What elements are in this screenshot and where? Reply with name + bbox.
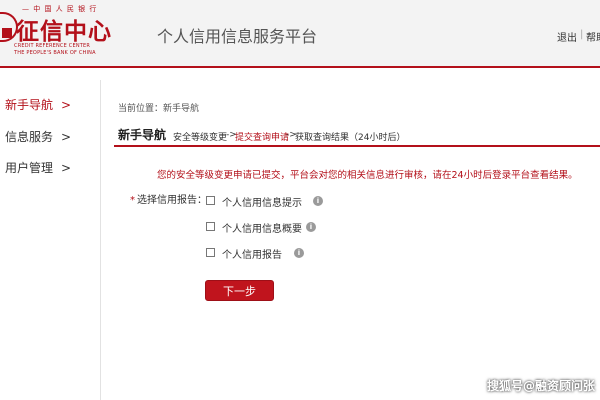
step-get-result: 获取查询结果（24小时后） bbox=[295, 133, 406, 143]
info-icon[interactable]: i bbox=[294, 248, 304, 258]
watermark: 搜狐号@融资顾问张 bbox=[487, 379, 596, 393]
sidebar-divider bbox=[100, 80, 101, 400]
help-link[interactable]: 帮助 bbox=[586, 29, 600, 44]
sidebar-item-user-management[interactable]: 用户管理 > bbox=[5, 159, 71, 176]
step-security-level: 安全等级变更 bbox=[173, 133, 228, 143]
option-label: 个人信用信息概要 bbox=[222, 224, 302, 235]
info-icon[interactable]: i bbox=[313, 196, 323, 206]
checkbox[interactable] bbox=[206, 196, 215, 205]
option-label: 个人信用报告 bbox=[222, 250, 282, 261]
report-select-label-text: 选择信用报告： bbox=[137, 195, 207, 206]
sidebar-item-beginner-guide[interactable]: 新手导航 > bbox=[5, 96, 71, 113]
breadcrumb: 当前位置：新手导航 bbox=[118, 104, 200, 114]
sidebar-item-label: 新手导航 bbox=[5, 98, 54, 112]
steps-bar: 新手导航 安全等级变更 -> 提交查询申请 -> 获取查询结果（24小时后） bbox=[114, 126, 600, 146]
report-select-label: * 选择信用报告： bbox=[130, 191, 207, 206]
steps-divider bbox=[114, 145, 600, 147]
steps-title: 新手导航 bbox=[118, 128, 167, 142]
logo-english-line1: CREDIT REFERENCE CENTER bbox=[14, 43, 91, 49]
chevron-right-icon: > bbox=[61, 161, 72, 175]
step-submit-query: 提交查询申请 bbox=[235, 133, 290, 143]
required-mark: * bbox=[130, 195, 135, 206]
chevron-right-icon: > bbox=[61, 98, 72, 112]
option-label: 个人信用信息提示 bbox=[222, 198, 302, 209]
info-icon[interactable]: i bbox=[306, 222, 316, 232]
notice-message: 您的安全等级变更申请已提交，平台会对您的相关信息进行审核，请在24小时后登录平台… bbox=[157, 170, 578, 181]
logout-link[interactable]: 退出 bbox=[557, 29, 577, 44]
sidebar: 新手导航 > 信息服务 > 用户管理 > bbox=[0, 68, 100, 400]
page-header: — 中 国 人 民 银 行 征信中心 CREDIT REFERENCE CENT… bbox=[0, 0, 600, 66]
credit-center-logo[interactable]: — 中 国 人 民 银 行 征信中心 CREDIT REFERENCE CENT… bbox=[0, 4, 115, 62]
sidebar-item-info-service[interactable]: 信息服务 > bbox=[5, 128, 71, 145]
checkbox[interactable] bbox=[206, 222, 215, 231]
logo-center-name: 征信中心 bbox=[16, 19, 112, 45]
sidebar-item-label: 信息服务 bbox=[5, 130, 54, 144]
sidebar-item-label: 用户管理 bbox=[5, 161, 54, 175]
header-separator: | bbox=[580, 29, 584, 40]
site-title: 个人信用信息服务平台 bbox=[157, 27, 318, 46]
checkbox[interactable] bbox=[206, 248, 215, 257]
chevron-right-icon: > bbox=[61, 130, 72, 144]
next-step-button[interactable]: 下一步 bbox=[205, 280, 274, 301]
logo-english-line2: THE PEOPLE'S BANK OF CHINA bbox=[14, 50, 96, 56]
